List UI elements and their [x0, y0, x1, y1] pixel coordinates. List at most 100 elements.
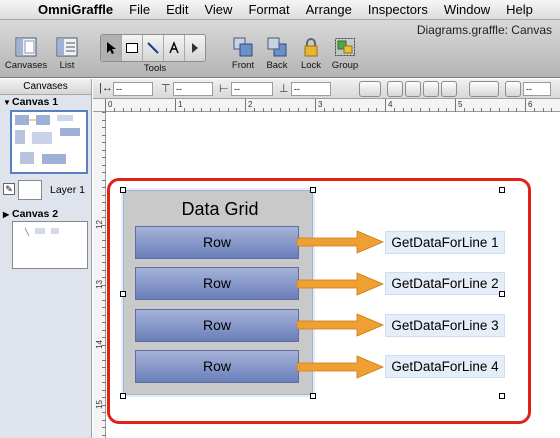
selection-handle-tm[interactable] [310, 187, 316, 193]
group-button[interactable]: Group [328, 36, 362, 71]
back-button[interactable]: Back [262, 36, 292, 71]
v-ruler-tick [102, 277, 106, 278]
v-ruler-tick [102, 419, 106, 421]
target-label-2[interactable]: GetDataForLine 2 [385, 272, 505, 295]
style-popup-button[interactable] [359, 81, 381, 97]
more-tools[interactable] [185, 35, 205, 61]
h-ruler-tick [428, 108, 430, 112]
selection-handle-tr[interactable] [499, 187, 505, 193]
width-icon: ⊢ [219, 83, 229, 95]
canvases-icon [15, 37, 37, 57]
menu-bar: OmniGraffle File Edit View Format Arrang… [0, 0, 560, 20]
menu-arrange[interactable]: Arrange [298, 2, 360, 17]
x-position-icon: |↔ [99, 82, 113, 94]
h-ruler-tick [288, 108, 290, 112]
v-ruler-tick [102, 254, 106, 256]
canvas-1-item[interactable]: ▼Canvas 1 [0, 95, 91, 109]
h-ruler-tick [323, 108, 325, 112]
menu-edit[interactable]: Edit [158, 2, 196, 17]
h-ruler-tick [367, 108, 369, 112]
canvas-2-thumbnail[interactable] [12, 221, 88, 269]
h-ruler-tick [525, 99, 526, 112]
h-ruler-label-0: 0 [108, 100, 113, 109]
front-button[interactable]: Front [228, 36, 258, 71]
text-icon [169, 41, 179, 54]
selection-tool[interactable] [101, 35, 122, 61]
h-ruler-tick [253, 108, 255, 112]
menu-file[interactable]: File [121, 2, 158, 17]
disclosure-down-icon[interactable]: ▼ [3, 96, 12, 110]
h-ruler-tick [350, 108, 351, 112]
data-grid-title[interactable]: Data Grid [172, 199, 268, 220]
menu-help[interactable]: Help [498, 2, 541, 17]
canvas-2-label: Canvas 2 [12, 208, 59, 220]
canvases-button[interactable]: Canvases [4, 36, 48, 71]
selection-handle-mr[interactable] [499, 291, 505, 297]
selection-handle-ml[interactable] [120, 291, 126, 297]
x-position-field[interactable]: -- [113, 82, 153, 96]
arrow-3[interactable] [297, 313, 385, 337]
tools-label: Tools [143, 63, 167, 74]
v-ruler-tick [102, 217, 106, 218]
h-ruler-tick [455, 99, 456, 112]
v-ruler-tick [102, 142, 106, 143]
v-ruler-tick [102, 307, 106, 308]
list-button[interactable]: List [52, 36, 82, 71]
row-shape-4[interactable]: Row [135, 350, 299, 383]
row-shape-2[interactable]: Row [135, 267, 299, 300]
disclosure-right-icon[interactable]: ▶ [3, 208, 12, 222]
target-label-3[interactable]: GetDataForLine 3 [385, 314, 505, 337]
h-ruler-tick [472, 108, 474, 112]
group-icon [335, 38, 355, 56]
selection-handle-bm[interactable] [310, 393, 316, 399]
shape-tool[interactable] [122, 35, 143, 61]
arrow-2[interactable] [297, 272, 385, 296]
selection-handle-br[interactable] [499, 393, 505, 399]
row-shape-1[interactable]: Row [135, 226, 299, 259]
v-ruler-tick [102, 202, 106, 203]
shape-button[interactable] [441, 81, 457, 97]
fill-button[interactable] [387, 81, 403, 97]
pencil-icon[interactable]: ✎ [3, 183, 15, 195]
line-ends-button[interactable] [505, 81, 521, 97]
shadow-button[interactable] [423, 81, 439, 97]
line-width-field[interactable]: -- [523, 82, 551, 96]
h-ruler-tick [490, 108, 491, 112]
v-ruler-tick [102, 389, 106, 391]
selection-handle-tl[interactable] [120, 187, 126, 193]
target-label-1[interactable]: GetDataForLine 1 [385, 231, 505, 254]
row-shape-3[interactable]: Row [135, 309, 299, 342]
v-ruler-tick [102, 262, 106, 263]
arrow-1[interactable] [297, 230, 385, 254]
y-position-field[interactable]: -- [173, 82, 213, 96]
target-label-4[interactable]: GetDataForLine 4 [385, 355, 505, 378]
pointer-icon [107, 42, 116, 54]
rectangle-icon [126, 43, 138, 53]
layer-1-item[interactable]: ✎ Layer 1 [0, 180, 92, 202]
height-field[interactable]: -- [291, 82, 331, 96]
menu-app-name[interactable]: OmniGraffle [30, 2, 121, 17]
menu-window[interactable]: Window [436, 2, 498, 17]
menu-view[interactable]: View [196, 2, 240, 17]
line-tool[interactable] [143, 35, 164, 61]
selection-handle-bl[interactable] [120, 393, 126, 399]
line-style-button[interactable] [469, 81, 499, 97]
v-ruler-tick [102, 179, 106, 181]
canvas-2-item[interactable]: ▶ Canvas 2 [0, 207, 92, 221]
width-field[interactable]: -- [231, 82, 273, 96]
h-ruler-tick [358, 108, 360, 112]
lock-button[interactable]: Lock [296, 36, 326, 71]
stroke-button[interactable] [405, 81, 421, 97]
arrow-4[interactable] [297, 355, 385, 379]
menu-inspectors[interactable]: Inspectors [360, 2, 436, 17]
v-ruler-tick [102, 134, 106, 136]
canvas-1-thumbnail[interactable] [10, 110, 88, 174]
v-ruler-tick [102, 224, 106, 226]
h-ruler-label-5: 5 [458, 100, 463, 109]
line-icon [147, 42, 159, 54]
text-tool[interactable] [164, 35, 185, 61]
menu-format[interactable]: Format [240, 2, 297, 17]
h-ruler-tick [262, 108, 264, 112]
h-ruler-tick [446, 108, 448, 112]
h-ruler-tick [280, 108, 281, 112]
